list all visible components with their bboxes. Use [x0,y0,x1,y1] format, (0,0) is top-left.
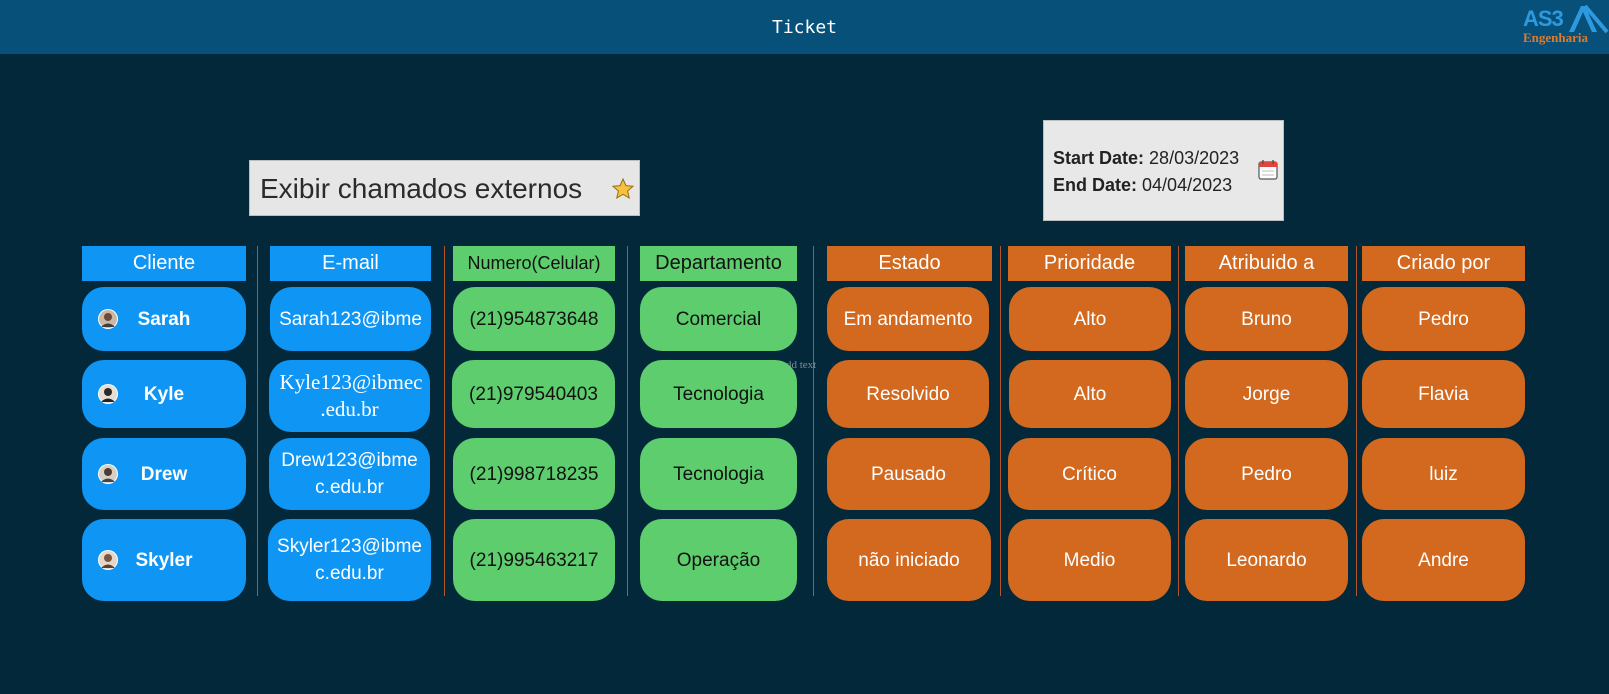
department-text: Tecnologia [673,383,764,405]
table-cell-cliente[interactable]: Drew [82,438,246,510]
table-cell-criado[interactable]: Flavia [1362,360,1525,428]
table-cell-atribuido[interactable]: Jorge [1185,360,1348,428]
header-prioridade: Prioridade [1008,246,1171,281]
department-text: Operação [676,549,761,571]
start-date-row: Start Date: 28/03/2023 [1053,148,1239,169]
column-divider [627,246,628,596]
table-cell-numero[interactable]: (21)995463217 [453,519,615,601]
start-date-label: Start Date: [1053,148,1145,168]
phone-text: (21)995463217 [469,549,599,571]
table-cell-atribuido[interactable]: Pedro [1185,438,1348,510]
table-cell-email[interactable]: Drew123@ibme c.edu.br [269,438,430,510]
date-range-panel[interactable]: Start Date: 28/03/2023 End Date: 04/04/2… [1043,120,1284,221]
end-date-label: End Date: [1053,175,1138,195]
header-estado: Estado [827,246,992,281]
header-email: E-mail [270,246,431,281]
table-cell-departamento[interactable]: Tecnologia [640,360,797,428]
calendar-icon[interactable] [1257,159,1279,181]
priority-text: Alto [1073,383,1107,405]
email-text: Sarah123@ibme [279,308,422,330]
avatar [98,464,118,484]
phone-text: (21)998718235 [469,463,599,485]
table-cell-criado[interactable]: luiz [1362,438,1525,510]
table-cell-estado[interactable]: Resolvido [827,360,989,428]
table-cell-estado[interactable]: Em andamento [827,287,989,351]
table-cell-email[interactable]: Skyler123@ibme c.edu.br [268,519,431,601]
table-cell-numero[interactable]: (21)979540403 [452,360,615,428]
assignee-text: Bruno [1241,308,1292,330]
table-cell-departamento[interactable]: Tecnologia [640,438,797,510]
assignee-text: Pedro [1241,463,1292,485]
avatar [98,550,118,570]
table-cell-email[interactable]: Kyle123@ibmec .edu.br [269,360,430,432]
table-cell-criado[interactable]: Pedro [1362,287,1525,351]
table-cell-criado[interactable]: Andre [1362,519,1525,601]
table-cell-estado[interactable]: Pausado [827,438,990,510]
end-date-value: 04/04/2023 [1142,175,1233,195]
department-text: Comercial [675,308,762,330]
assignee-text: Jorge [1242,383,1291,405]
email-text: Kyle123@ibmec .edu.br [279,370,423,421]
client-name: Drew [140,463,188,485]
status-text: não iniciado [858,549,960,571]
table-cell-prioridade[interactable]: Alto [1009,360,1171,428]
column-divider [1178,246,1179,596]
creator-text: Pedro [1418,308,1469,330]
creator-text: Flavia [1418,383,1469,405]
creator-text: luiz [1429,463,1458,485]
header-departamento: Departamento [640,246,797,281]
external-tickets-label: Exibir chamados externos [260,173,583,204]
header-cliente: Cliente [82,246,246,281]
column-divider [444,246,445,596]
priority-text: Alto [1073,308,1107,330]
table-cell-departamento[interactable]: Comercial [640,287,797,351]
email-text: Drew123@ibme c.edu.br [281,450,418,498]
column-divider [1356,246,1357,596]
table-cell-cliente[interactable]: Kyle [82,360,246,428]
logo-text: AS3 [1523,6,1564,31]
assignee-text: Leonardo [1226,549,1307,571]
department-text: Tecnologia [673,463,764,485]
priority-text: Crítico [1062,463,1117,485]
table-cell-atribuido[interactable]: Leonardo [1185,519,1348,601]
table-cell-atribuido[interactable]: Bruno [1185,287,1348,351]
status-text: Em andamento [843,308,973,330]
table-cell-prioridade[interactable]: Alto [1009,287,1171,351]
table-cell-departamento[interactable]: Operação [640,519,797,601]
email-text: Skyler123@ibme c.edu.br [277,536,422,584]
client-name: Sarah [137,308,191,330]
table-cell-prioridade[interactable]: Medio [1008,519,1171,601]
top-bar: Ticket AS3 Engenharia [0,0,1609,54]
start-date-value: 28/03/2023 [1149,148,1240,168]
column-divider [813,246,814,596]
header-criado: Criado por [1362,246,1525,281]
creator-text: Andre [1418,549,1469,571]
logo-subtext: Engenharia [1523,30,1589,45]
column-divider [1000,246,1001,596]
header-numero: Numero(Celular) [453,246,615,281]
table-cell-email[interactable]: Sarah123@ibme [270,287,431,351]
client-name: Skyler [135,549,193,571]
client-name: Kyle [143,383,185,405]
status-text: Pausado [870,463,946,485]
header-atribuido: Atribuido a [1185,246,1348,281]
avatar [98,309,118,329]
avatar [98,384,118,404]
phone-text: (21)954873648 [469,308,599,330]
status-text: Resolvido [866,383,950,405]
column-divider [257,246,258,596]
external-tickets-button[interactable]: Exibir chamados externos [249,160,640,216]
table-cell-estado[interactable]: não iniciado [827,519,991,601]
table-cell-numero[interactable]: (21)998718235 [453,438,615,510]
table-cell-cliente[interactable]: Skyler [82,519,246,601]
phone-text: (21)979540403 [469,383,598,405]
end-date-row: End Date: 04/04/2023 [1053,175,1232,196]
star-icon[interactable] [611,177,635,201]
priority-text: Medio [1063,549,1116,571]
table-cell-cliente[interactable]: Sarah [82,287,246,351]
as3-logo: AS3 Engenharia [1523,4,1609,50]
table-cell-prioridade[interactable]: Crítico [1008,438,1171,510]
app-title: Ticket [771,17,838,38]
table-cell-numero[interactable]: (21)954873648 [453,287,615,351]
